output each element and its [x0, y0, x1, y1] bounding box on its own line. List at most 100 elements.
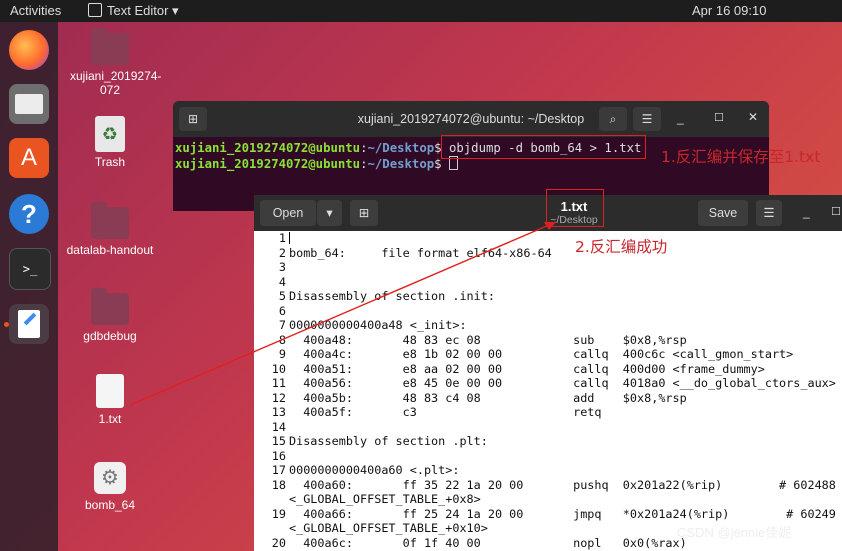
code-line: 2 bomb_64: file format elf64-x86-64	[254, 246, 842, 261]
search-button[interactable]: ⌕	[599, 107, 627, 131]
code-line: 13 400a5f: c3 retq	[254, 405, 842, 420]
line-number: 19	[271, 506, 286, 521]
line-number: 8	[278, 332, 286, 347]
close-button[interactable]: ✕	[748, 110, 758, 124]
prompt-path: ~/Desktop	[367, 157, 435, 171]
watermark: CSDN @jennie佳妮	[677, 525, 792, 540]
code-line: 19 400a66: ff 25 24 1a 20 00 jmpq *0x201…	[254, 507, 842, 522]
help-icon[interactable]: ?	[9, 194, 49, 234]
desktop-icon-1txt[interactable]: 1.txt	[60, 374, 160, 426]
line-number: 11	[271, 376, 286, 390]
prompt-path: ~/Desktop	[367, 141, 435, 155]
desktop-icon-home[interactable]: xujiani_2019274-072	[60, 28, 162, 97]
code-line: 4	[254, 275, 842, 290]
text-editor-icon[interactable]	[9, 304, 49, 344]
desktop-icon-label: bomb_64	[84, 498, 136, 512]
code-line: 6	[254, 304, 842, 319]
line-number: 4	[278, 274, 286, 289]
terminal-icon[interactable]: >_	[9, 248, 51, 290]
line-number: 12	[271, 390, 286, 405]
code-line: 16	[254, 449, 842, 464]
text-editor-window: Open ▾ ⊞ 1.txt ~/Desktop Save ☰ _ ☐ 1 2b…	[254, 195, 842, 551]
line-text: 400a66: ff 25 24 1a 20 00 jmpq *0x201a24…	[289, 506, 836, 521]
line-text: Disassembly of section .plt:	[289, 434, 488, 448]
line-text: 400a4c: e8 1b 02 00 00 callq 400c6c <cal…	[289, 347, 794, 361]
line-number: 3	[278, 260, 286, 274]
line-text: bomb_64: file format elf64-x86-64	[289, 245, 552, 260]
line-text: 0000000000400a48 <_init>:	[289, 318, 467, 332]
save-button[interactable]: Save	[698, 200, 748, 226]
terminal-header: ⊞ xujiani_2019274072@ubuntu: ~/Desktop ⌕…	[173, 101, 769, 137]
line-number: 17	[271, 463, 286, 477]
line-number: 1	[278, 231, 286, 245]
code-line: 1	[254, 231, 842, 246]
running-indicator	[4, 322, 9, 327]
maximize-button[interactable]: ☐	[714, 111, 724, 124]
line-text: 400a60: ff 35 22 1a 20 00 pushq 0x201a22…	[289, 477, 836, 492]
text-file-icon	[96, 374, 124, 408]
minimize-button[interactable]: _	[803, 205, 810, 219]
code-view[interactable]: 1 2 bomb_64: file format elf64-x86-64 3 4…	[254, 231, 842, 551]
line-number: 18	[271, 477, 286, 492]
app-name: Text Editor	[107, 3, 169, 18]
code-line: 18 400a60: ff 35 22 1a 20 00 pushq 0x201…	[254, 478, 842, 493]
prompt-user: xujiani_2019274072@ubuntu	[175, 141, 361, 155]
line-number: 15	[271, 434, 286, 448]
line-text: 0000000000400a60 <.plt>:	[289, 463, 460, 477]
firefox-icon[interactable]	[9, 30, 49, 70]
line-number: 16	[271, 448, 286, 463]
maximize-button[interactable]: ☐	[831, 205, 841, 218]
desktop-icon-label: 1.txt	[98, 412, 122, 426]
line-text: 400a48: 48 83 ec 08 sub $0x8,%rsp	[289, 332, 687, 347]
line-number: 14	[271, 419, 286, 434]
desktop-icon-label: xujiani_2019274-072	[70, 69, 162, 97]
line-number: 9	[278, 347, 286, 361]
chevron-down-icon: ▾	[172, 3, 179, 18]
code-line: 3	[254, 260, 842, 275]
command-highlight-box	[441, 135, 646, 159]
minimize-button[interactable]: _	[677, 111, 684, 125]
code-line: 8 400a48: 48 83 ec 08 sub $0x8,%rsp	[254, 333, 842, 348]
annotation-step-2: 2.反汇编成功	[575, 238, 668, 256]
text-caret	[289, 232, 290, 244]
line-text: 400a56: e8 45 0e 00 00 callq 4018a0 <__d…	[289, 376, 836, 390]
desktop-icon-label: gdbdebug	[83, 329, 137, 343]
line-number: 5	[278, 289, 286, 303]
code-line: 11 400a56: e8 45 0e 00 00 callq 4018a0 <…	[254, 376, 842, 391]
clock[interactable]: Apr 16 09:10	[692, 3, 766, 18]
menu-button[interactable]: ☰	[633, 107, 661, 131]
top-bar: Activities Text Editor ▾ Apr 16 09:10	[0, 0, 842, 22]
line-text: 400a5f: c3 retq	[289, 405, 602, 419]
line-number: 13	[271, 405, 286, 419]
line-text: 400a51: e8 aa 02 00 00 callq 400d00 <fra…	[289, 361, 765, 376]
desktop-icon-bomb64[interactable]: ⚙ bomb_64	[60, 462, 160, 512]
code-line: 5 Disassembly of section .init:	[254, 289, 842, 304]
menu-button[interactable]: ☰	[756, 200, 782, 226]
line-number: 6	[278, 303, 286, 318]
desktop-icon-trash[interactable]: ♻ Trash	[60, 116, 160, 169]
activities-button[interactable]: Activities	[10, 3, 61, 18]
line-text: Disassembly of section .init:	[289, 289, 495, 303]
line-number: 2	[278, 245, 286, 260]
desktop-icon-label: datalab-handout	[66, 243, 154, 257]
app-menu-button[interactable]: Text Editor ▾	[88, 3, 179, 19]
filename-highlight-box	[546, 189, 604, 227]
line-number: 10	[271, 361, 286, 376]
code-line: 10 400a51: e8 aa 02 00 00 callq 400d00 <…	[254, 362, 842, 377]
home-folder-icon	[91, 28, 129, 65]
dock: A ? >_	[0, 22, 58, 551]
desktop-icon-datalab[interactable]: datalab-handout	[60, 202, 160, 257]
code-line: 15 Disassembly of section .plt:	[254, 434, 842, 449]
line-text: <_GLOBAL_OFFSET_TABLE_+0x10>	[289, 521, 488, 535]
desktop-icon-gdbdebug[interactable]: gdbdebug	[60, 288, 160, 343]
code-line: 7 0000000000400a48 <_init>:	[254, 318, 842, 333]
line-number: 7	[278, 318, 286, 332]
software-icon[interactable]: A	[9, 138, 49, 178]
code-line: <_GLOBAL_OFFSET_TABLE_+0x8>	[254, 492, 842, 507]
prompt-user: xujiani_2019274072@ubuntu	[175, 157, 361, 171]
files-icon[interactable]	[9, 84, 49, 124]
desktop-icon-label: Trash	[94, 155, 126, 169]
code-line: 9 400a4c: e8 1b 02 00 00 callq 400c6c <c…	[254, 347, 842, 362]
code-line: 12 400a5b: 48 83 c4 08 add $0x8,%rsp	[254, 391, 842, 406]
trash-icon: ♻	[95, 116, 125, 152]
